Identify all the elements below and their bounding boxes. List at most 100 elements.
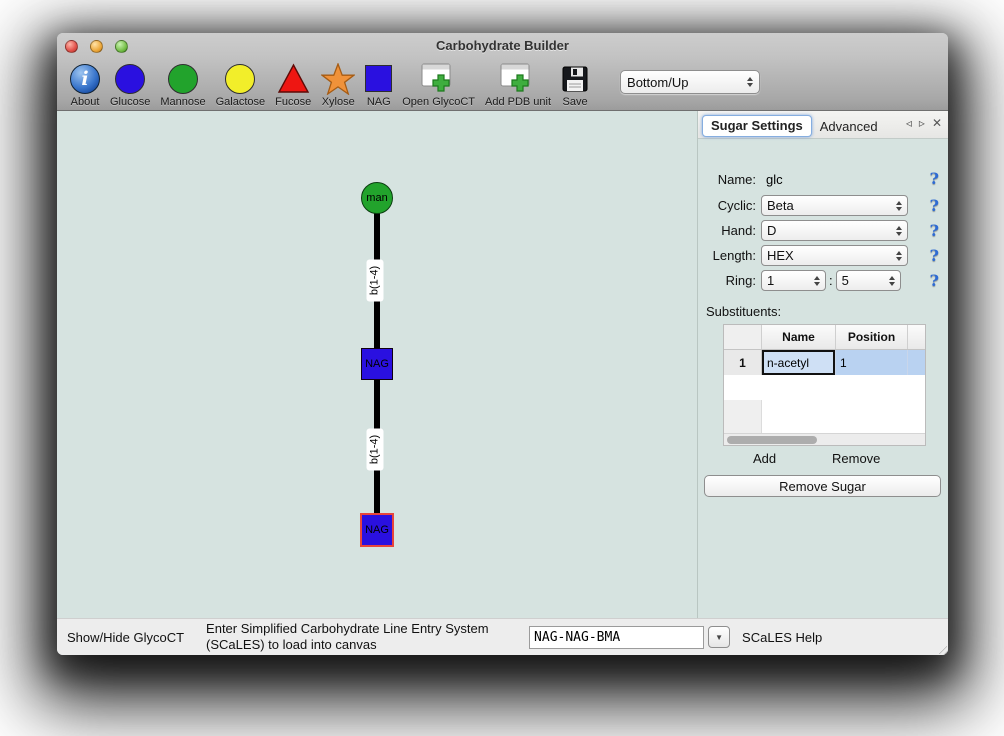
toolbar-galactose-button[interactable]: Galactose [216,62,266,108]
dropdown-arrow-icon: ▼ [715,633,723,642]
hand-select[interactable]: D [761,220,908,241]
row-header-gutter [724,400,762,433]
scrollbar-thumb[interactable] [727,436,817,444]
toolbar-label: Open GlycoCT [402,96,475,108]
tab-next-icon[interactable]: ▹ [919,116,925,130]
scales-help-button[interactable]: SCaLES Help [742,630,822,645]
toolbar-label: Fucose [275,96,311,108]
glycan-node-nag[interactable]: NAG [361,348,393,380]
row-number-header [724,325,762,349]
toolbar-about-button[interactable]: i About [70,62,100,108]
tab-close-icon[interactable]: ✕ [932,116,942,130]
blue-square-icon [365,65,392,92]
toolbar-label: Glucose [110,96,150,108]
toolbar-add-pdb-button[interactable]: Add PDB unit [485,62,551,108]
orange-star-icon [321,63,355,95]
cyclic-select[interactable]: Beta [761,195,908,216]
toolbar-label: Add PDB unit [485,96,551,108]
tab-sugar-settings[interactable]: Sugar Settings [702,115,812,137]
spacer-cell [908,350,925,375]
resize-grip[interactable] [935,642,947,654]
position-cell[interactable]: 1 [836,350,908,375]
hand-row: Hand: D ? [698,220,948,241]
row-number-cell: 1 [724,350,762,375]
toolbar-nag-button[interactable]: NAG [365,62,392,108]
toolbar-label: Xylose [322,96,355,108]
panel-tab-bar: Sugar Settings Advanced ◃ ▹ ✕ [698,111,948,139]
name-row: Name: glc ? [698,171,948,187]
ring-row: Ring: 1 : 5 ? [698,270,948,291]
stepper-arrows-icon [896,251,902,261]
length-row: Length: HEX ? [698,245,948,266]
window-plus-icon [500,63,536,94]
help-icon[interactable]: ? [930,198,939,214]
toolbar-label: Mannose [160,96,205,108]
add-substituent-button[interactable]: Add [753,451,776,466]
name-column-header: Name [762,325,836,349]
toolbar-mannose-button[interactable]: Mannose [160,62,205,108]
toolbar-label: Save [562,96,587,108]
name-cell-editor[interactable]: n-acetyl [762,350,835,375]
position-column-header: Position [836,325,908,349]
toolbar: i About Glucose Mannose Galactose [57,59,948,111]
help-icon[interactable]: ? [930,171,939,187]
blue-circle-icon [115,64,145,94]
ring-label: Ring: [698,273,756,288]
name-cell[interactable]: n-acetyl [762,350,836,375]
ring-end-spinner[interactable]: 5 [836,270,901,291]
toolbar-xylose-button[interactable]: Xylose [321,62,355,108]
floppy-disk-icon [561,65,589,93]
scales-history-dropdown-button[interactable]: ▼ [708,626,730,648]
help-icon[interactable]: ? [930,273,939,289]
remove-substituent-button[interactable]: Remove [832,451,880,466]
toolbar-fucose-button[interactable]: Fucose [275,62,311,108]
toolbar-label: NAG [367,96,391,108]
app-window: Carbohydrate Builder i About Glucose Man… [57,33,948,655]
bond-label: b(1-4) [367,260,384,302]
table-horizontal-scrollbar[interactable] [724,433,925,445]
glycan-node-mannose[interactable]: man [361,182,393,214]
substituents-label: Substituents: [706,304,781,319]
stepper-arrows-icon [889,276,895,286]
bond-label: b(1-4) [367,429,384,471]
spacer-column-header [908,325,925,349]
stepper-arrows-icon [747,77,753,87]
name-label: Name: [698,172,756,187]
direction-select[interactable]: Bottom/Up [620,70,760,94]
toolbar-save-button[interactable]: Save [561,62,589,108]
ring-separator: : [829,273,833,288]
length-select[interactable]: HEX [761,245,908,266]
stepper-arrows-icon [896,226,902,236]
desktop-background: Carbohydrate Builder i About Glucose Man… [0,0,1004,736]
title-bar[interactable]: Carbohydrate Builder [57,33,948,59]
substituents-table[interactable]: Name Position 1 n-acetyl 1 [723,324,926,446]
length-label: Length: [698,248,756,263]
window-plus-icon [421,63,457,94]
glycan-canvas[interactable]: man b(1-4) NAG b(1-4) NAG [57,111,697,618]
glycan-node-nag-selected[interactable]: NAG [360,513,394,547]
help-icon[interactable]: ? [930,248,939,264]
toolbar-label: Galactose [216,96,266,108]
bottom-bar: Show/Hide GlycoCT Enter Simplified Carbo… [57,618,948,655]
table-row[interactable]: 1 n-acetyl 1 [724,350,925,375]
green-circle-icon [168,64,198,94]
scales-input[interactable] [529,626,704,649]
panel-body: Name: glc ? Cyclic: Beta ? Hand: [698,139,948,618]
tab-prev-icon[interactable]: ◃ [906,116,912,130]
tab-advanced[interactable]: Advanced [812,117,886,137]
toolbar-glucose-button[interactable]: Glucose [110,62,150,108]
show-hide-glycoct-button[interactable]: Show/Hide GlycoCT [67,630,184,645]
toolbar-label: About [71,96,100,108]
help-icon[interactable]: ? [930,223,939,239]
remove-sugar-button[interactable]: Remove Sugar [704,475,941,497]
toolbar-open-glycoct-button[interactable]: Open GlycoCT [402,62,475,108]
window-header: Carbohydrate Builder i About Glucose Man… [57,33,948,111]
content-area: man b(1-4) NAG b(1-4) NAG Sugar Settings… [57,111,948,618]
cyclic-row: Cyclic: Beta ? [698,195,948,216]
ring-start-spinner[interactable]: 1 [761,270,826,291]
about-info-icon: i [70,64,100,94]
cyclic-label: Cyclic: [698,198,756,213]
direction-select-value: Bottom/Up [627,75,747,90]
tab-navigation: ◃ ▹ ✕ [906,116,942,130]
hand-label: Hand: [698,223,756,238]
